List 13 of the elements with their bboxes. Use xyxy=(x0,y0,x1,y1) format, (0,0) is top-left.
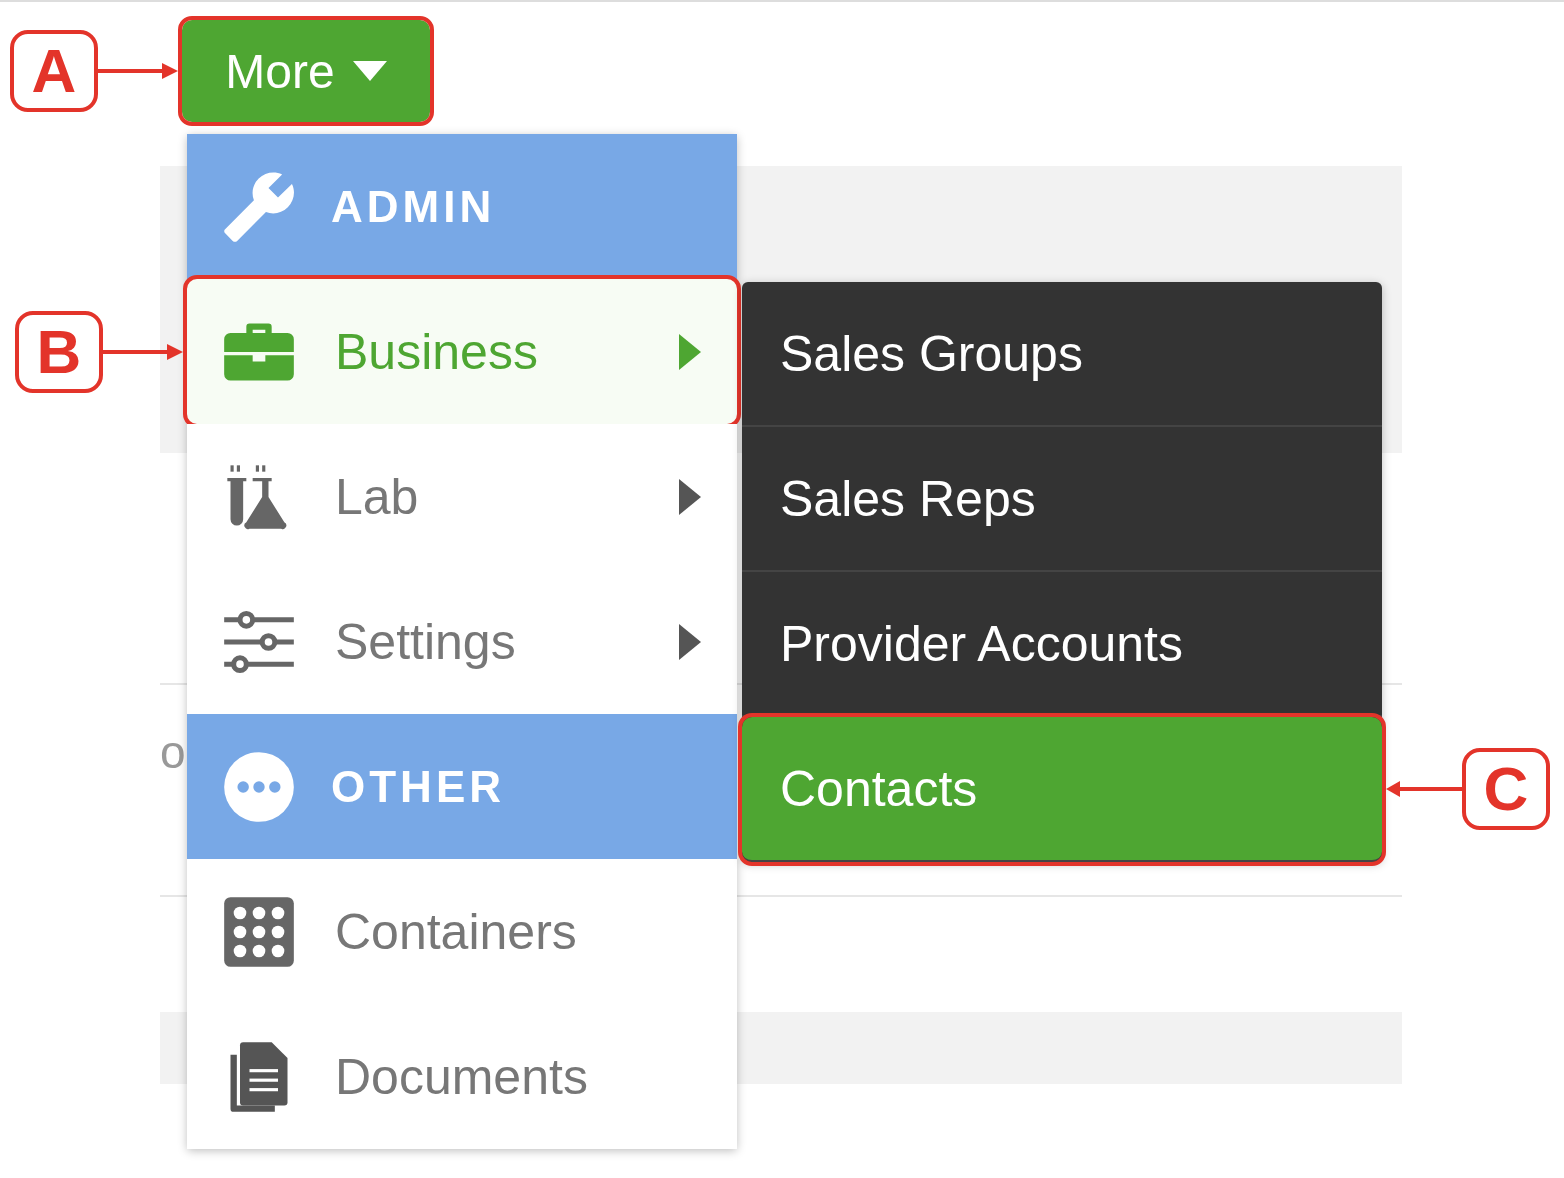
caret-icon xyxy=(352,61,387,81)
callout-badge: B xyxy=(15,310,103,393)
menu-section-header: ADMIN xyxy=(187,134,737,279)
menu-item[interactable]: Lab xyxy=(187,424,737,569)
menu-item[interactable]: Settings xyxy=(187,569,737,714)
callout-badge: A xyxy=(10,30,98,112)
submenu-item[interactable]: Sales Groups xyxy=(742,282,1382,427)
submenu-item[interactable]: Sales Reps xyxy=(742,427,1382,572)
callout-badge: C xyxy=(1462,747,1550,830)
menu-section-header: OTHER xyxy=(187,714,737,859)
menu-item[interactable]: Containers xyxy=(187,859,737,1004)
menu-item[interactable]: Documents xyxy=(187,1004,737,1149)
background-text: o xyxy=(160,725,186,779)
